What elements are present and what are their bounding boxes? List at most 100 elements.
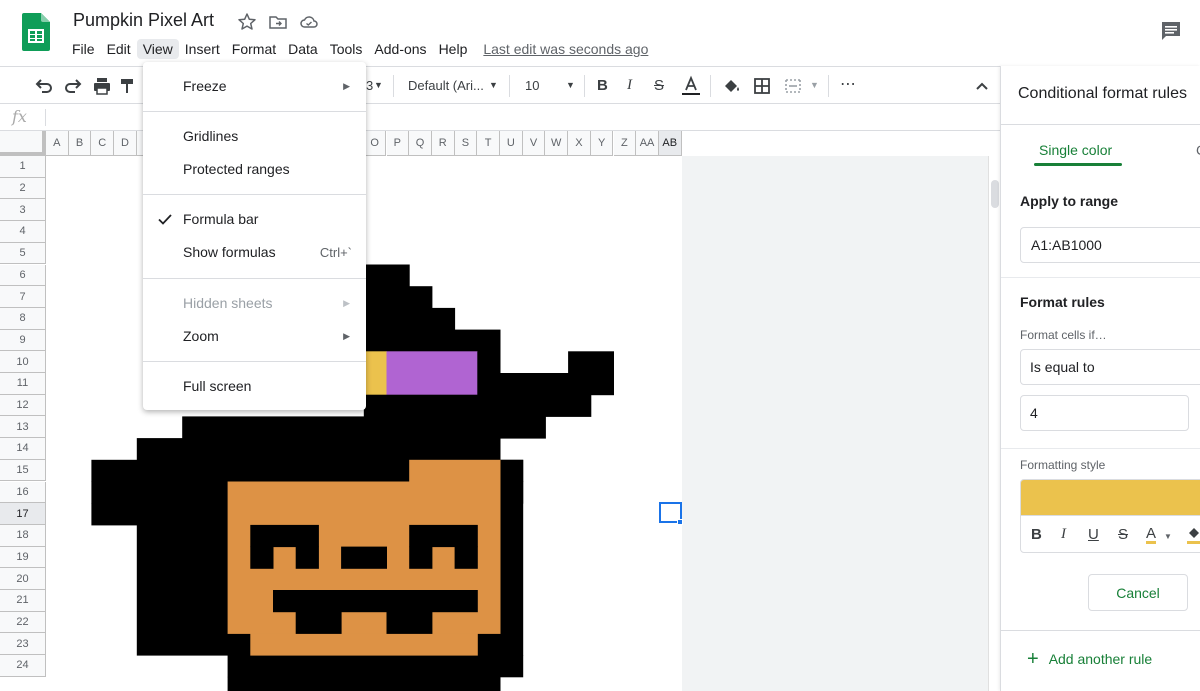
row-header[interactable]: 19 [0, 546, 46, 569]
scrollbar-thumb[interactable] [991, 180, 999, 208]
menu-item-gridlines[interactable]: Gridlines [143, 121, 366, 151]
borders-icon[interactable] [751, 75, 773, 97]
fill-color-icon[interactable] [721, 75, 743, 97]
font-size-select[interactable]: 10 [525, 78, 539, 93]
menu-edit[interactable]: Edit [101, 39, 137, 59]
document-title[interactable]: Pumpkin Pixel Art [73, 10, 214, 31]
tab-single-color[interactable]: Single color [1039, 142, 1112, 158]
menu-view[interactable]: View [136, 39, 179, 59]
menu-format[interactable]: Format [226, 39, 282, 59]
row-header[interactable]: 22 [0, 611, 46, 634]
sheets-logo-icon[interactable] [22, 13, 50, 51]
row-header[interactable]: 6 [0, 264, 46, 287]
row-header[interactable]: 21 [0, 590, 46, 612]
condition-value-input[interactable] [1020, 395, 1189, 431]
column-header[interactable]: U [500, 131, 523, 156]
row-header[interactable]: 11 [0, 373, 46, 395]
row-header[interactable]: 15 [0, 459, 46, 482]
row-header[interactable]: 5 [0, 242, 46, 265]
last-edit-link[interactable]: Last edit was seconds ago [483, 41, 648, 57]
column-header[interactable]: B [68, 131, 92, 156]
menu-data[interactable]: Data [282, 39, 324, 59]
strikethrough-button[interactable]: S [654, 77, 664, 94]
row-header[interactable]: 20 [0, 568, 46, 590]
style-italic-button[interactable]: I [1061, 526, 1066, 543]
move-to-folder-icon[interactable] [268, 12, 288, 32]
menu-item-zoom[interactable]: Zoom ▶ [143, 321, 366, 351]
column-header[interactable]: S [454, 131, 478, 156]
row-header[interactable]: 10 [0, 351, 46, 373]
italic-button[interactable]: I [627, 77, 632, 94]
cancel-button[interactable]: Cancel [1088, 574, 1188, 611]
menu-item-full-screen[interactable]: Full screen [143, 371, 366, 401]
tab-color-scale[interactable]: C [1196, 142, 1200, 158]
column-header[interactable]: AA [636, 131, 659, 156]
row-header[interactable]: 2 [0, 177, 46, 200]
menu-item-show-formulas[interactable]: Show formulas Ctrl+` [143, 237, 366, 267]
font-family-select[interactable]: Default (Ari... [408, 78, 484, 93]
menu-tools[interactable]: Tools [324, 39, 369, 59]
row-header[interactable]: 13 [0, 416, 46, 439]
style-preview-swatch[interactable] [1020, 479, 1200, 515]
column-header[interactable]: O [363, 131, 387, 156]
format-dropdown-partial[interactable]: 3 [366, 78, 373, 93]
undo-icon[interactable] [33, 75, 55, 97]
column-header[interactable]: P [386, 131, 410, 156]
style-underline-button[interactable]: U [1088, 526, 1099, 543]
print-icon[interactable] [91, 75, 113, 97]
row-header[interactable]: 1 [0, 156, 46, 178]
row-header[interactable]: 9 [0, 329, 46, 352]
column-header[interactable]: D [114, 131, 137, 156]
row-header[interactable]: 8 [0, 307, 46, 330]
style-fill-color-icon[interactable] [1187, 525, 1200, 545]
column-header[interactable]: X [568, 131, 591, 156]
text-color-icon[interactable] [680, 75, 702, 97]
vertical-scrollbar[interactable] [988, 156, 1000, 691]
menu-help[interactable]: Help [433, 39, 474, 59]
row-header[interactable]: 24 [0, 655, 46, 677]
style-bold-button[interactable]: B [1031, 526, 1042, 543]
column-header[interactable]: T [477, 131, 500, 156]
row-header[interactable]: 7 [0, 286, 46, 308]
column-header[interactable]: Z [613, 131, 637, 156]
condition-select[interactable]: Is equal to [1020, 349, 1200, 385]
menu-file[interactable]: File [66, 39, 101, 59]
row-header[interactable]: 18 [0, 524, 46, 547]
bold-button[interactable]: B [597, 77, 608, 94]
row-header[interactable]: 12 [0, 394, 46, 417]
column-header[interactable]: A [46, 131, 69, 156]
row-header[interactable]: 4 [0, 221, 46, 243]
column-header[interactable]: C [91, 131, 115, 156]
more-icon[interactable]: ⋯ [840, 74, 857, 94]
redo-icon[interactable] [62, 75, 84, 97]
column-header[interactable]: Y [590, 131, 614, 156]
range-input[interactable] [1020, 227, 1200, 263]
column-header[interactable]: W [545, 131, 569, 156]
menu-insert[interactable]: Insert [179, 39, 226, 59]
style-strikethrough-button[interactable]: S [1118, 526, 1128, 543]
style-text-color-button[interactable]: A [1146, 526, 1157, 544]
menu-item-protected-ranges[interactable]: Protected ranges [143, 154, 366, 184]
select-all-corner[interactable] [0, 131, 46, 156]
comment-icon[interactable] [1160, 20, 1182, 42]
row-header[interactable]: 14 [0, 438, 46, 460]
column-header[interactable]: V [522, 131, 546, 156]
column-header[interactable]: AB [658, 131, 682, 156]
column-header[interactable]: Q [409, 131, 432, 156]
menu-add-ons[interactable]: Add-ons [368, 39, 432, 59]
row-header[interactable]: 16 [0, 481, 46, 504]
fill-handle[interactable] [677, 519, 683, 525]
row-header[interactable]: 3 [0, 199, 46, 222]
star-icon[interactable] [237, 12, 257, 32]
row-header[interactable]: 17 [0, 503, 46, 525]
row-header[interactable]: 23 [0, 633, 46, 656]
merge-cells-icon[interactable] [782, 75, 804, 97]
menu-item-freeze[interactable]: Freeze ▶ [143, 71, 366, 101]
collapse-toolbar-icon[interactable] [971, 75, 993, 97]
paint-format-icon[interactable] [120, 75, 134, 97]
cloud-saved-icon[interactable] [299, 12, 319, 32]
menu-item-formula-bar[interactable]: Formula bar [143, 204, 366, 234]
column-header[interactable]: R [431, 131, 455, 156]
add-another-rule-button[interactable]: + Add another rule [1027, 649, 1152, 669]
hat-brim-pixel [182, 416, 546, 439]
